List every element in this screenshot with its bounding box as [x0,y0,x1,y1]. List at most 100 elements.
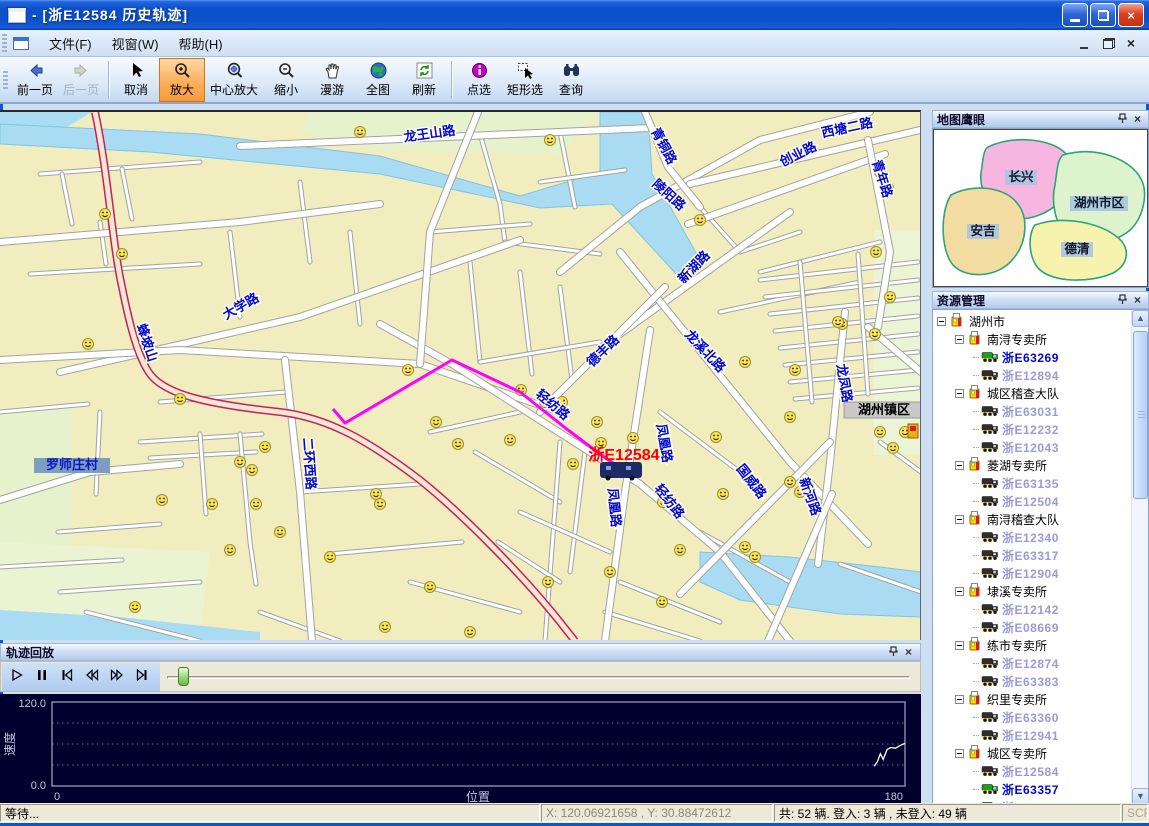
prev-page-button[interactable]: 前一页 [12,58,58,102]
tree-node-group[interactable]: 南浔专卖所 [933,330,1131,348]
toolbar-button-label: 放大 [170,81,194,98]
mdi-minimize-icon[interactable] [1079,38,1091,49]
tree-connector [973,573,979,574]
organization-icon [967,744,984,762]
tree-scrollbar[interactable]: ▲ ▼ [1131,310,1148,805]
tree-connector [973,663,979,664]
rect-select-button[interactable]: 矩形选 [502,58,548,102]
truck-icon [981,763,999,779]
zoom-in-button[interactable]: 放大 [159,58,205,102]
tree-node-vehicle[interactable]: 浙E12232 [933,420,1131,438]
menu-item-2[interactable]: 帮助(H) [169,31,233,56]
tree-node-group[interactable]: 菱湖专卖所 [933,456,1131,474]
point-select-button[interactable]: 点选 [456,58,502,102]
close-panel-icon[interactable]: × [1131,113,1144,125]
refresh-button[interactable]: 刷新 [401,58,447,102]
tree-node-vehicle[interactable]: 浙E63360 [933,708,1131,726]
poi-smiley-icon [100,209,111,220]
fast-forward-button[interactable] [106,666,128,688]
tree-node-group[interactable]: 城区稽查大队 [933,384,1131,402]
tree-node-group[interactable]: 织里专卖所 [933,690,1131,708]
truck-icon [981,781,999,797]
collapse-icon[interactable] [937,317,946,326]
query-button[interactable]: 查询 [548,58,594,102]
collapse-icon[interactable] [955,389,964,398]
pause-button[interactable] [31,666,53,688]
pin-icon[interactable] [1115,113,1131,126]
collapse-icon[interactable] [955,695,964,704]
collapse-icon[interactable] [955,461,964,470]
skip-end-button[interactable] [131,666,153,688]
vehicle-icon[interactable] [600,462,642,481]
play-button[interactable] [6,666,28,688]
tree-node-vehicle[interactable]: 浙E63357 [933,780,1131,798]
tree-node-group[interactable]: 南浔稽查大队 [933,510,1131,528]
tree-node-vehicle[interactable]: 浙E12504 [933,492,1131,510]
collapse-icon[interactable] [955,641,964,650]
minimize-button[interactable] [1062,3,1088,27]
tree-node-vehicle[interactable]: 浙E63135 [933,474,1131,492]
tree-node-vehicle[interactable]: 浙E12941 [933,726,1131,744]
tree-node-vehicle[interactable]: 浙E12584 [933,762,1131,780]
tree-node-vehicle[interactable]: 浙E08669 [933,618,1131,636]
center-zoom-button[interactable]: 中心放大 [205,58,263,102]
tree-node-vehicle[interactable]: 浙E63317 [933,546,1131,564]
overview-map[interactable]: 长兴湖州市区安吉德清 [932,128,1149,288]
skip-start-button[interactable] [56,666,78,688]
pin-icon[interactable] [1115,294,1131,307]
y-min-tick: 0.0 [31,780,46,792]
collapse-icon[interactable] [955,587,964,596]
tree-node-vehicle[interactable]: 浙E12043 [933,438,1131,456]
pin-icon[interactable] [886,646,902,659]
map-canvas[interactable]: 龙王山路青铜路陵阳路创业路西塘二路青年路新湖路大学路蜂坡山德丰路龙溪北路轻纺路凤… [0,110,921,640]
binoculars-icon [562,61,581,80]
tree-node-city[interactable]: 湖州市 [933,312,1131,330]
cancel-button[interactable]: 取消 [113,58,159,102]
close-panel-icon[interactable]: × [1131,294,1144,306]
scroll-thumb[interactable] [1133,331,1148,499]
tree-node-vehicle[interactable]: 浙E63383 [933,672,1131,690]
tree-connector [973,717,979,718]
mdi-close-icon[interactable]: × [1127,38,1135,49]
scroll-up-icon[interactable]: ▲ [1132,310,1149,327]
menu-grip[interactable] [2,34,7,52]
toolbar-button-label: 前一页 [17,81,53,98]
tree-item-label: 浙E12874 [1002,655,1059,672]
close-panel-icon[interactable]: × [902,646,915,658]
status-vehicle-counts: 共: 52 辆. 登入: 3 辆 , 未登入: 49 辆 [774,804,1121,822]
playback-controls [0,661,921,692]
tree-item-label: 浙E63360 [1002,709,1059,726]
tree-connector [973,771,979,772]
tree-node-vehicle[interactable]: 浙E12142 [933,600,1131,618]
slider-thumb[interactable] [178,667,189,686]
menu-item-1[interactable]: 视窗(W) [102,31,169,56]
truck-icon [981,529,999,545]
mdi-restore-icon[interactable] [1103,38,1115,49]
tree-node-group[interactable]: 练市专卖所 [933,636,1131,654]
tree-item-label: 城区稽查大队 [987,385,1059,402]
tree-node-group[interactable]: 埭溪专卖所 [933,582,1131,600]
zoom-out-button[interactable]: 缩小 [263,58,309,102]
restore-button[interactable] [1090,3,1116,27]
playback-slider[interactable] [161,663,916,691]
tree-node-vehicle[interactable]: 浙E12874 [933,654,1131,672]
toolbar-grip[interactable] [3,71,8,89]
tree-node-vehicle[interactable]: 浙E63031 [933,402,1131,420]
tree-node-vehicle[interactable]: 浙E12904 [933,564,1131,582]
collapse-icon[interactable] [955,515,964,524]
tree-node-group[interactable]: 城区专卖所 [933,744,1131,762]
menu-item-0[interactable]: 文件(F) [39,31,102,56]
close-button[interactable]: × [1118,3,1144,27]
next-page-button: 后一页 [58,58,104,102]
poi-smiley-icon [833,317,844,328]
collapse-icon[interactable] [955,749,964,758]
slider-track[interactable] [167,676,910,679]
rewind-button[interactable] [81,666,103,688]
app-window: - [浙E12584 历史轨迹] × 文件(F)视窗(W)帮助(H) × 前一页… [0,0,1149,826]
pan-button[interactable]: 漫游 [309,58,355,102]
tree-node-vehicle[interactable]: 浙E12894 [933,366,1131,384]
tree-node-vehicle[interactable]: 浙E63269 [933,348,1131,366]
collapse-icon[interactable] [955,335,964,344]
tree-node-vehicle[interactable]: 浙E12340 [933,528,1131,546]
full-map-button[interactable]: 全图 [355,58,401,102]
